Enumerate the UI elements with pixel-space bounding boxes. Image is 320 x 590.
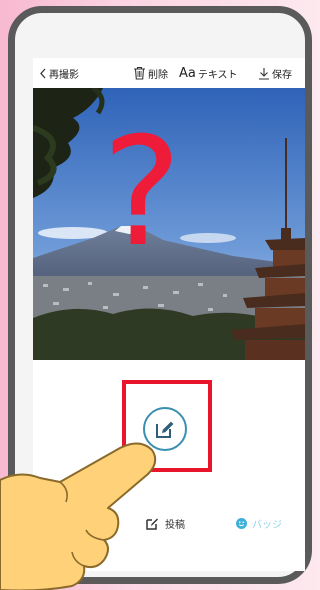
pointing-hand-illustration — [0, 442, 157, 590]
delete-label: 削除 — [148, 69, 168, 81]
top-toolbar: 再撮影 削除 Aa テキスト 保存 — [33, 58, 305, 88]
chevron-left-icon — [40, 68, 46, 78]
text-label: テキスト — [197, 69, 238, 81]
delete-button[interactable]: 削除 — [133, 66, 168, 81]
text-button[interactable]: Aa テキスト — [179, 66, 238, 81]
save-button[interactable]: 保存 — [258, 66, 292, 81]
retake-label: 再撮影 — [49, 69, 79, 81]
smiley-icon — [236, 518, 247, 529]
question-mark: ? — [102, 106, 182, 280]
retake-button[interactable]: 再撮影 — [39, 66, 79, 81]
download-icon — [259, 67, 269, 80]
trash-icon — [134, 66, 145, 80]
save-label: 保存 — [272, 69, 292, 81]
badge-tab[interactable]: バッジ — [236, 516, 282, 531]
text-aa-icon: Aa — [179, 65, 196, 81]
badge-label: バッジ — [252, 520, 282, 531]
